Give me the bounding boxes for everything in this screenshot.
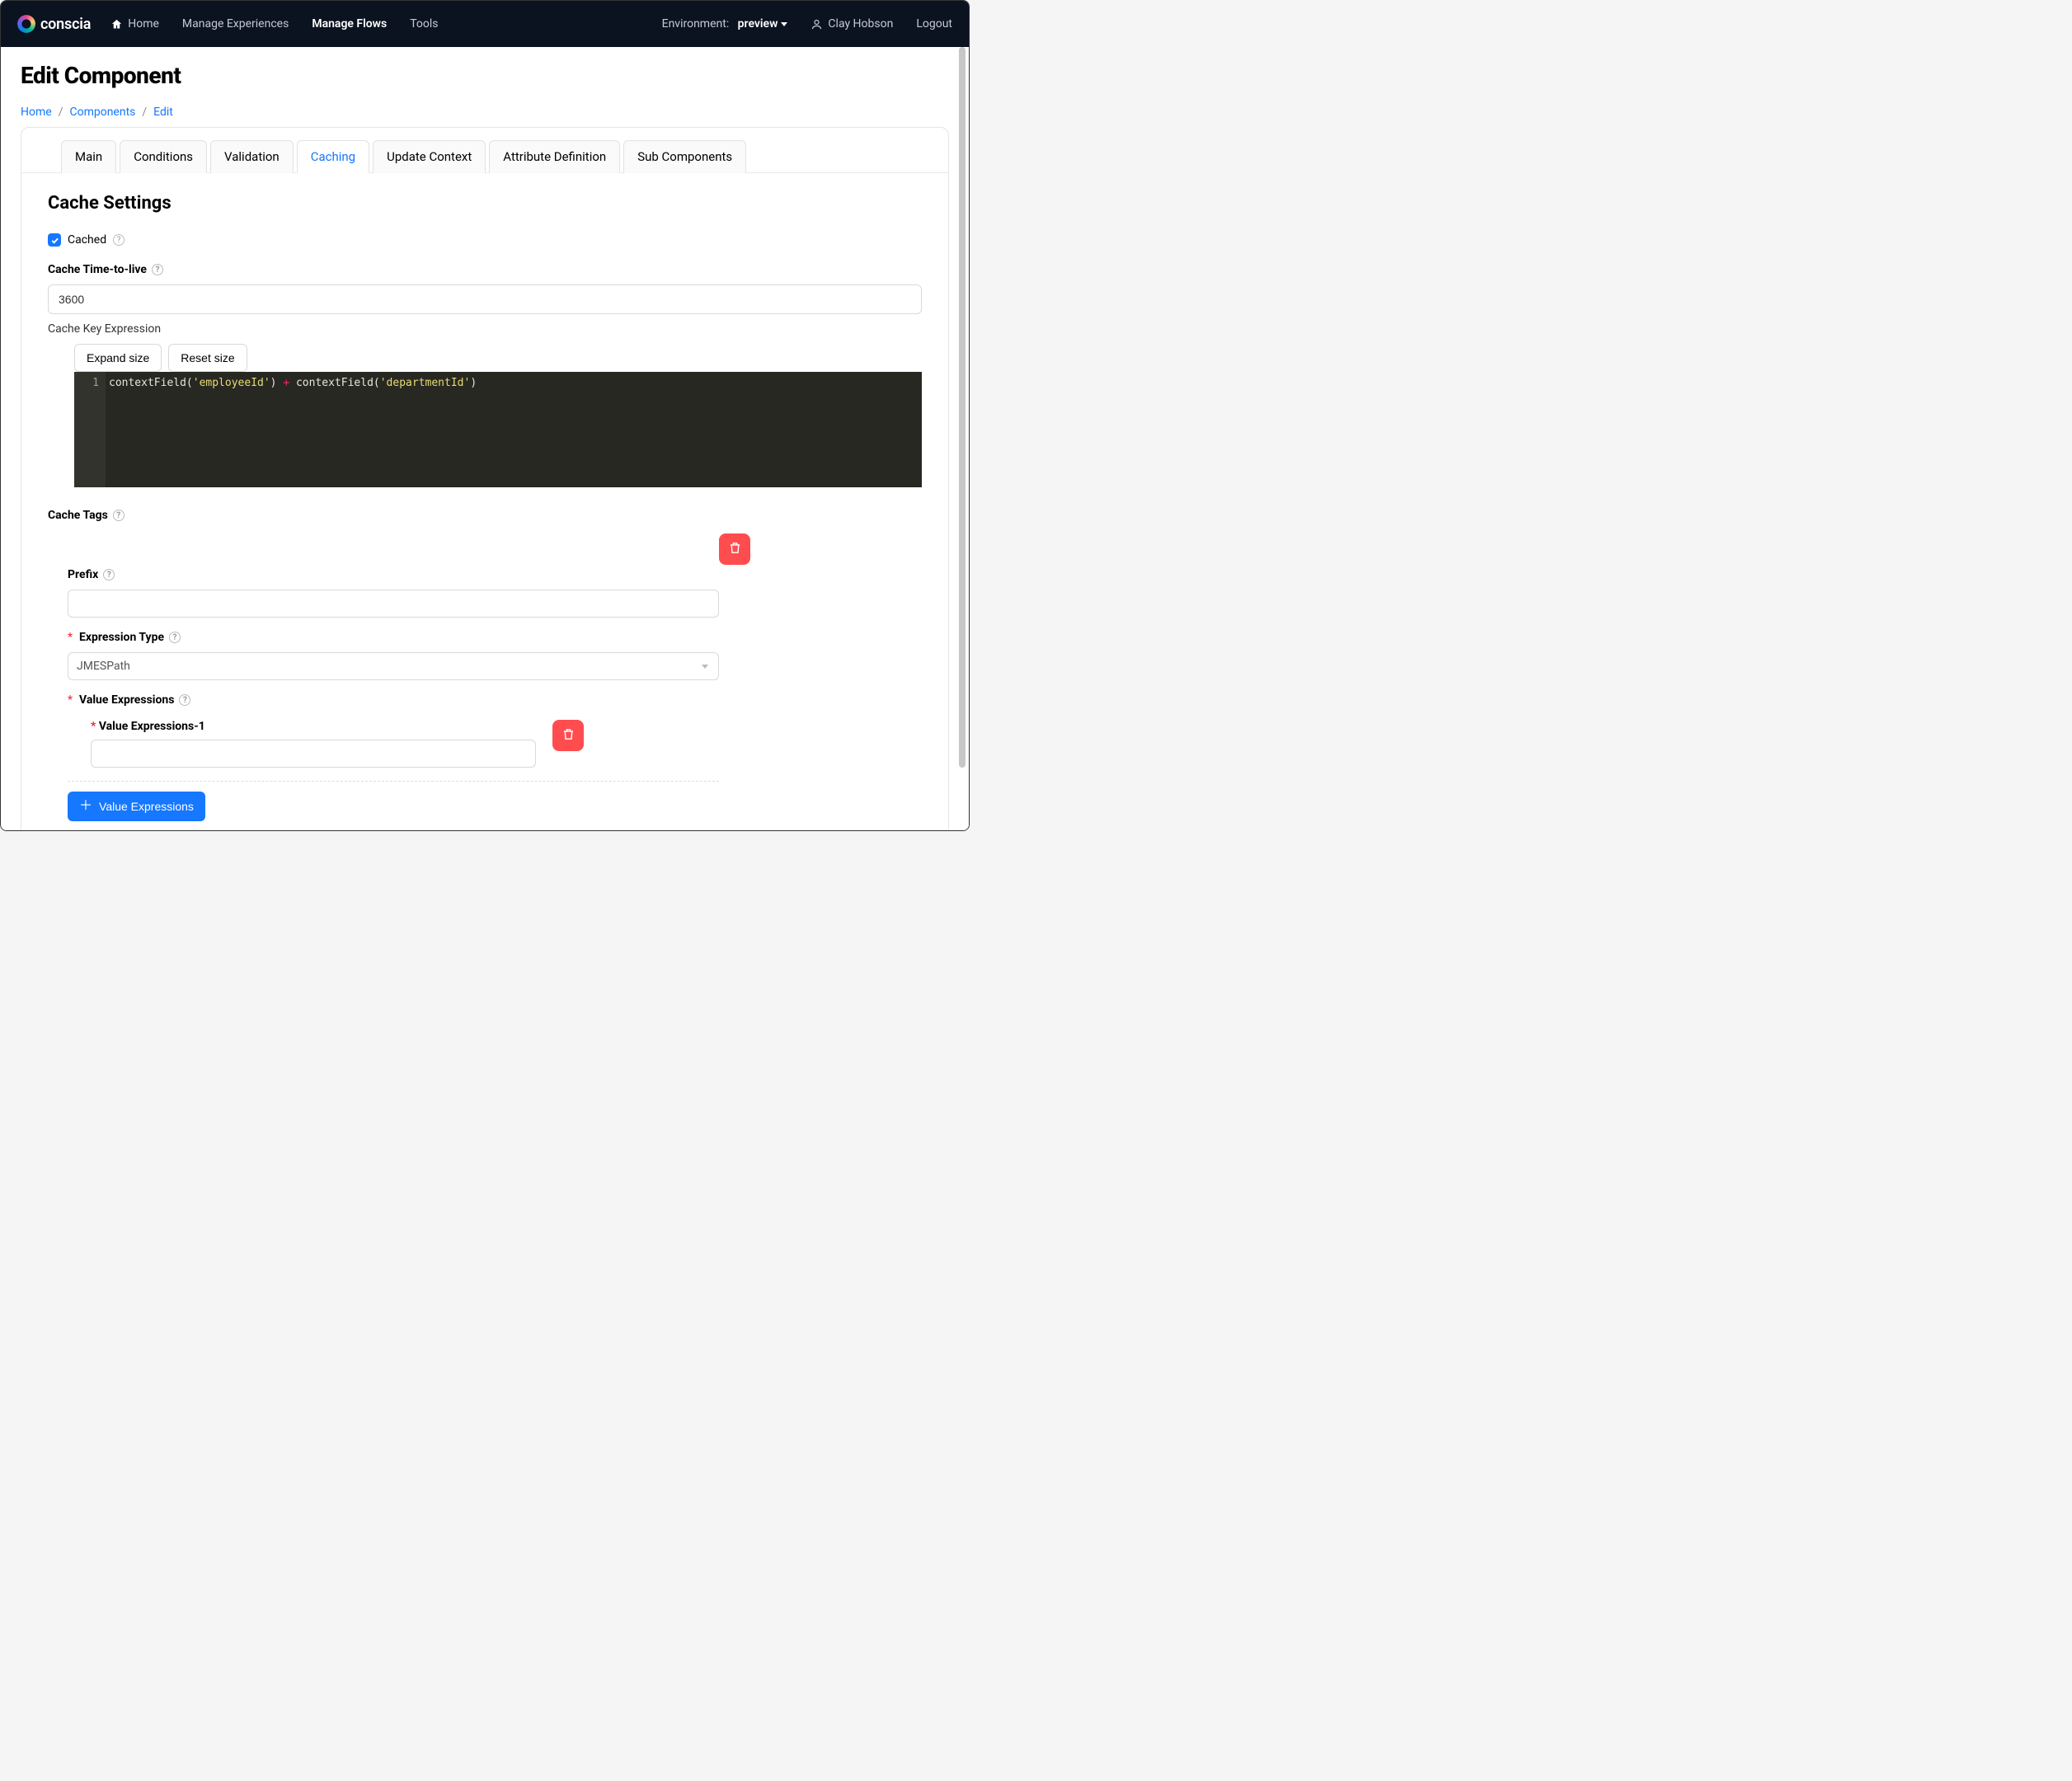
tab-caching[interactable]: Caching: [297, 140, 369, 173]
help-icon[interactable]: ?: [179, 694, 190, 706]
delete-tag-button[interactable]: [719, 533, 750, 565]
expression-type-label: * Expression Type ?: [68, 631, 719, 644]
user-menu[interactable]: Clay Hobson: [810, 17, 893, 31]
tab-content-caching: Cache Settings Cached ? Cache Time-to-li…: [21, 173, 948, 830]
nav-home-label: Home: [128, 17, 159, 31]
breadcrumb: Home / Components / Edit: [21, 106, 949, 119]
environment-label: Environment:: [662, 17, 730, 31]
nav-manage-flows[interactable]: Manage Flows: [312, 17, 387, 31]
cached-label: Cached: [68, 233, 106, 247]
tab-main[interactable]: Main: [61, 140, 116, 173]
cached-checkbox[interactable]: [48, 233, 61, 247]
ttl-input[interactable]: [48, 284, 922, 314]
scrollbar-thumb[interactable]: [959, 47, 966, 768]
nav-tools[interactable]: Tools: [410, 17, 438, 31]
cached-field: Cached ?: [48, 233, 922, 247]
cache-tags-section: Cache Tags ?: [48, 509, 922, 821]
tab-attribute-definition[interactable]: Attribute Definition: [489, 140, 620, 173]
logout-link[interactable]: Logout: [916, 17, 952, 31]
reset-size-button[interactable]: Reset size: [168, 344, 247, 372]
tab-conditions[interactable]: Conditions: [120, 140, 207, 173]
breadcrumb-edit[interactable]: Edit: [153, 106, 173, 119]
help-icon[interactable]: ?: [113, 234, 125, 246]
brand-logo[interactable]: conscia: [17, 15, 91, 33]
trash-icon: [561, 727, 576, 744]
user-icon: [810, 18, 823, 31]
prefix-label: Prefix ?: [68, 568, 719, 581]
trash-icon: [728, 541, 742, 557]
tab-update-context[interactable]: Update Context: [373, 140, 486, 173]
cache-tag-item: Prefix ? * Expression Type ? JMESPath: [48, 533, 922, 821]
environment-value: preview: [738, 17, 778, 31]
page-title: Edit Component: [21, 62, 949, 89]
tab-sub-components[interactable]: Sub Components: [623, 140, 746, 173]
expression-type-select[interactable]: JMESPath: [68, 652, 719, 680]
page-body: Edit Component Home / Components / Edit …: [1, 47, 969, 830]
code-gutter: 1: [74, 372, 106, 487]
help-icon[interactable]: ?: [169, 632, 181, 643]
home-icon: [110, 18, 123, 31]
help-icon[interactable]: ?: [103, 569, 115, 580]
primary-nav: Home Manage Experiences Manage Flows Too…: [110, 17, 438, 31]
section-title: Cache Settings: [48, 193, 922, 214]
ttl-label: Cache Time-to-live ?: [48, 263, 922, 276]
breadcrumb-components[interactable]: Components: [69, 106, 135, 119]
add-value-expression-button[interactable]: ＋ Value Expressions: [68, 792, 205, 821]
nav-manage-experiences[interactable]: Manage Experiences: [182, 17, 289, 31]
vertical-scrollbar[interactable]: [957, 47, 967, 830]
nav-right: Environment: preview Clay Hobson Logout: [662, 17, 952, 31]
content-panel: Main Conditions Validation Caching Updat…: [21, 127, 949, 830]
plus-icon: ＋: [79, 800, 92, 813]
breadcrumb-sep: /: [59, 106, 63, 119]
code-line: contextField('employeeId') + contextFiel…: [106, 372, 483, 487]
cache-tags-label: Cache Tags ?: [48, 509, 922, 522]
code-editor[interactable]: 1 contextField('employeeId') + contextFi…: [74, 372, 922, 487]
separator: [68, 781, 719, 782]
cache-key-expression-label: Cache Key Expression: [48, 322, 922, 336]
tab-bar: Main Conditions Validation Caching Updat…: [21, 128, 948, 173]
nav-home[interactable]: Home: [110, 17, 159, 31]
top-navbar: conscia Home Manage Experiences Manage F…: [1, 1, 969, 47]
value-expression-item-label: * Value Expressions-1: [91, 720, 536, 733]
environment-selector[interactable]: Environment: preview: [662, 17, 788, 31]
user-name: Clay Hobson: [828, 17, 893, 31]
expand-size-button[interactable]: Expand size: [74, 344, 162, 372]
expression-type-value: JMESPath: [77, 660, 130, 673]
code-toolbar: Expand size Reset size: [74, 344, 922, 372]
help-icon[interactable]: ?: [113, 510, 125, 521]
prefix-input[interactable]: [68, 590, 719, 618]
delete-value-expression-button[interactable]: [552, 720, 584, 751]
logo-icon: [17, 15, 35, 33]
breadcrumb-sep: /: [142, 106, 147, 119]
help-icon[interactable]: ?: [152, 264, 163, 275]
brand-name: conscia: [40, 16, 91, 33]
value-expression-input[interactable]: [91, 740, 536, 768]
caret-down-icon: [781, 22, 787, 26]
breadcrumb-home[interactable]: Home: [21, 106, 52, 119]
tab-validation[interactable]: Validation: [210, 140, 294, 173]
value-expressions-label: * Value Expressions ?: [68, 693, 719, 707]
